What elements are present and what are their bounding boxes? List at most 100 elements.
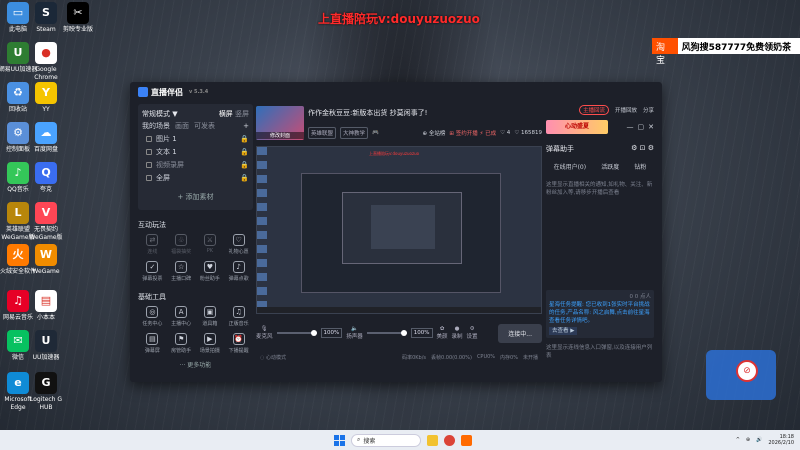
tool-button[interactable]: ▶ 场景拍摄 bbox=[196, 333, 225, 354]
edit-cover-label: 修改封面 bbox=[256, 132, 304, 139]
network-icon[interactable]: ⊕ bbox=[746, 437, 750, 443]
tool-button[interactable]: ⇄ 连线 bbox=[138, 234, 167, 255]
helper-settings-icon[interactable]: ⚙ ⊡ ⚙ bbox=[631, 144, 654, 154]
ad-banner[interactable]: 淘宝 风狗搜587777免费领奶茶 bbox=[652, 38, 800, 66]
start-live-button[interactable]: 连接中... bbox=[498, 323, 542, 343]
desktop-icon[interactable]: ✂ 剪映专业版 bbox=[58, 2, 98, 34]
source-checkbox[interactable] bbox=[146, 174, 152, 181]
source-checkbox[interactable] bbox=[146, 135, 152, 142]
volume-icon[interactable]: 🔊 bbox=[756, 437, 762, 443]
tool-button[interactable]: ▣ 道具箱 bbox=[196, 306, 225, 327]
tool-button[interactable]: ♡ 礼物心愿 bbox=[224, 234, 253, 255]
add-source-button[interactable]: + 添加素材 bbox=[142, 192, 249, 202]
desktop-icon[interactable]: Y YY bbox=[26, 82, 66, 114]
room-cover[interactable]: 修改封面 bbox=[256, 106, 304, 140]
tab-scene-canvas[interactable]: 画面 bbox=[175, 121, 189, 131]
desktop-icon[interactable]: W WeGame bbox=[26, 244, 66, 276]
task-notice[interactable]: 0 0 点人 星海任务提醒: 您已收到1张实时平台挑战的任务,产品名称: 风之启… bbox=[546, 290, 654, 338]
close-icon[interactable]: ✕ bbox=[648, 123, 654, 131]
lock-icon[interactable]: 🔒 bbox=[240, 161, 249, 169]
desktop-icon[interactable]: V 无畏契约WeGame版 bbox=[26, 202, 66, 242]
tab-activity[interactable]: 活跃度 bbox=[601, 162, 619, 171]
source-item[interactable]: 视频录屏 🔒 bbox=[142, 158, 249, 171]
tab-scene-publish[interactable]: 可发表 bbox=[194, 121, 215, 131]
beauty-label: 美颜 bbox=[436, 334, 448, 340]
desktop-icon-label: 百度网盘 bbox=[33, 146, 58, 153]
status-cpu: CPU0% bbox=[476, 354, 496, 360]
lock-icon[interactable]: 🔒 bbox=[240, 135, 249, 143]
heart-mode-status[interactable]: ◌ 心动模式 bbox=[260, 354, 286, 366]
preview-taskbar bbox=[257, 307, 541, 313]
tab-landscape[interactable]: 横屏 bbox=[219, 110, 233, 118]
live-companion-icon[interactable] bbox=[461, 434, 472, 446]
tab-diamond-fans[interactable]: 钻粉 bbox=[634, 162, 646, 171]
tool-button[interactable]: ✓ 弹幕投票 bbox=[138, 261, 167, 282]
mic-volume-value[interactable]: 100% bbox=[320, 328, 343, 338]
add-scene-icon[interactable]: + bbox=[243, 122, 249, 130]
tool-button[interactable]: ♪ 弹幕点歌 bbox=[224, 261, 253, 282]
maximize-icon[interactable]: ▢ bbox=[638, 123, 645, 131]
rank-link[interactable]: ⊕ 全站榜 bbox=[423, 129, 446, 137]
danmaku-tip: 这里显示直播相关的通知,如礼物、关注、新粉丝加入等,请移步开播后查看 bbox=[546, 182, 653, 196]
minimize-icon[interactable]: — bbox=[627, 123, 634, 131]
desktop-icon-label: Logitech G HUB bbox=[29, 396, 63, 411]
chevron-up-icon[interactable]: ^ bbox=[736, 437, 740, 443]
room-title[interactable]: 作作金秋豆豆:新版本出货 抄莫闲事了! bbox=[308, 108, 542, 118]
beauty-button[interactable]: ✿ 美颜 bbox=[437, 326, 448, 340]
tool-button[interactable]: ♧ 福袋抽奖 bbox=[167, 234, 196, 255]
tool-button[interactable]: ▤ 弹幕屏 bbox=[138, 333, 167, 354]
source-checkbox[interactable] bbox=[146, 161, 152, 168]
replay-link[interactable]: 开播回放 bbox=[615, 106, 637, 114]
taskbar-search[interactable]: ⌕ 搜索 bbox=[351, 433, 421, 447]
streamer-return-link[interactable]: 主播回流 bbox=[578, 105, 609, 115]
event-banner[interactable]: 心动盛夏 bbox=[546, 120, 608, 134]
desktop-icon[interactable]: G Logitech G HUB bbox=[26, 372, 66, 412]
game-icon[interactable]: 🎮 bbox=[372, 130, 379, 136]
tool-button[interactable]: A 主播中心 bbox=[167, 306, 196, 327]
source-item[interactable]: 图片 1 🔒 bbox=[142, 132, 249, 145]
chrome-icon[interactable] bbox=[444, 434, 455, 446]
ad-tag: 淘宝 bbox=[652, 38, 678, 66]
tool-button[interactable]: ⏰ 下播提醒 bbox=[224, 333, 253, 354]
stream-preview[interactable]: 上直播陪玩v:douyuzuozuo bbox=[256, 146, 542, 314]
basic-tools-title: 基础工具 bbox=[138, 293, 166, 301]
lock-icon[interactable]: 🔒 bbox=[240, 174, 249, 182]
more-tools-button[interactable]: ··· 更多功能 bbox=[138, 360, 253, 369]
tool-button[interactable]: ◎ 任务中心 bbox=[138, 306, 167, 327]
source-item[interactable]: 文本 1 🔒 bbox=[142, 145, 249, 158]
desktop-icon[interactable]: ▤ 小本本 bbox=[26, 290, 66, 322]
search-icon: ⌕ bbox=[357, 436, 361, 443]
record-label: 录制 bbox=[451, 334, 463, 340]
source-item[interactable]: 全屏 🔒 bbox=[142, 171, 249, 184]
preview-nested-window-2 bbox=[342, 192, 462, 264]
tool-button[interactable]: ♫ 正版音乐 bbox=[224, 306, 253, 327]
fan-club-link[interactable]: ⊞ 签约开播 ⚡ 已成 bbox=[449, 129, 496, 137]
lock-icon[interactable]: 🔒 bbox=[240, 148, 249, 156]
tool-button[interactable]: ☆ 主播口碑 bbox=[167, 261, 196, 282]
desktop-icon[interactable]: Q 夸克 bbox=[26, 162, 66, 194]
desktop-icon[interactable]: ☁ 百度网盘 bbox=[26, 122, 66, 154]
source-checkbox[interactable] bbox=[146, 148, 152, 155]
tool-button[interactable]: ⚔ PK bbox=[196, 234, 225, 255]
tool-button[interactable]: ⚑ 房管助手 bbox=[167, 333, 196, 354]
start-icon[interactable] bbox=[334, 434, 345, 446]
tab-portrait[interactable]: 竖屏 bbox=[235, 110, 249, 118]
tab-online-users[interactable]: 在线用户(0) bbox=[554, 162, 587, 171]
desktop-icon[interactable]: ● Google Chrome bbox=[26, 42, 66, 82]
app-icon: Y bbox=[35, 82, 57, 104]
view-task-button[interactable]: 去查看 ▶ bbox=[549, 327, 578, 335]
scene-mode-select[interactable]: 常规模式 ▼ bbox=[142, 109, 178, 119]
record-button[interactable]: ● 录制 bbox=[452, 326, 463, 340]
desktop-icon[interactable]: U UU加速器 bbox=[26, 330, 66, 362]
tool-label: 主播中心 bbox=[171, 321, 192, 327]
clock[interactable]: 18:18 2026/2/10 bbox=[768, 434, 794, 446]
file-explorer-icon[interactable] bbox=[427, 434, 438, 446]
share-link[interactable]: 分享 bbox=[643, 106, 654, 114]
room-tag[interactable]: 英雄联盟 bbox=[308, 127, 337, 139]
settings-button[interactable]: ⚙ 设置 bbox=[467, 326, 478, 340]
tool-button[interactable]: ♥ 粉丝助手 bbox=[196, 261, 225, 282]
speaker-volume-value[interactable]: 100% bbox=[410, 328, 433, 338]
room-tag[interactable]: 大神教学 bbox=[340, 127, 369, 139]
speaker-volume-slider[interactable] bbox=[366, 330, 407, 336]
mic-volume-slider[interactable] bbox=[276, 330, 317, 336]
